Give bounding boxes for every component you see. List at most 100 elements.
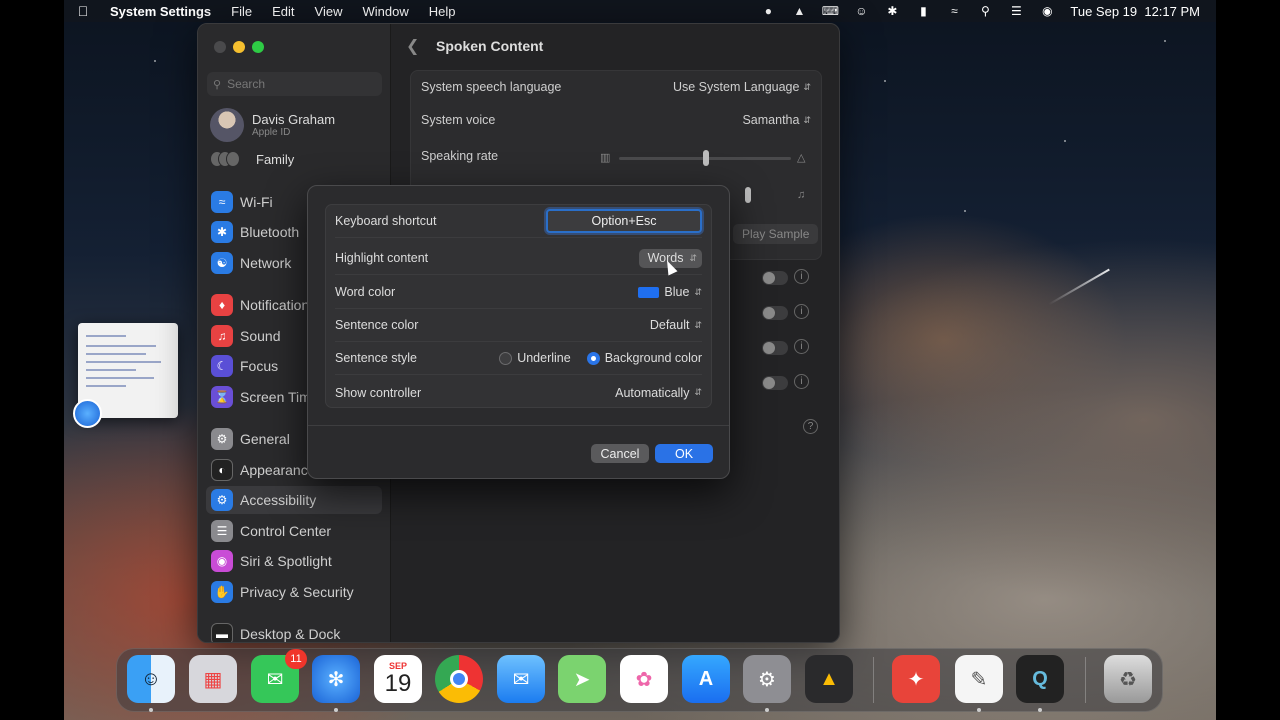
search-placeholder: Search bbox=[227, 77, 266, 91]
radio-underline[interactable] bbox=[499, 351, 513, 365]
apple-id-profile[interactable]: Davis Graham Apple ID bbox=[210, 108, 335, 142]
rabbit-icon: △ bbox=[797, 152, 806, 164]
row-label: Speaking rate bbox=[421, 149, 499, 163]
app-store-icon[interactable]: A bbox=[682, 655, 730, 703]
sentence-color-popup[interactable]: Default ⇵ bbox=[650, 318, 702, 332]
siri-icon: ◉ bbox=[211, 550, 233, 572]
back-chevron-icon[interactable]: ❮ bbox=[406, 36, 419, 56]
menu-app-name[interactable]: System Settings bbox=[102, 4, 221, 19]
search-icon[interactable]: ⚲ bbox=[977, 4, 993, 18]
sidebar-item-control-center[interactable]: ☰ Control Center bbox=[206, 517, 382, 545]
highlight-content-row: Highlight content Words ⇵ bbox=[335, 242, 702, 275]
row-label: Word color bbox=[335, 285, 396, 299]
search-field[interactable]: ⚲ Search bbox=[207, 72, 382, 96]
info-icon[interactable]: i bbox=[794, 304, 809, 319]
apple-menu-icon[interactable]:  bbox=[64, 3, 102, 19]
menubar-clock[interactable]: Tue Sep 19 12:17 PM bbox=[1070, 4, 1200, 19]
option-toggle[interactable] bbox=[762, 341, 788, 355]
system-voice-popup[interactable]: Samantha ⇵ bbox=[742, 113, 811, 127]
photos-icon[interactable]: ✿ bbox=[620, 655, 668, 703]
sidebar-item-label: Bluetooth bbox=[240, 224, 300, 240]
cancel-button[interactable]: Cancel bbox=[591, 444, 649, 463]
row-label: Keyboard shortcut bbox=[335, 214, 437, 228]
avatar bbox=[210, 108, 244, 142]
family-item[interactable]: Family bbox=[210, 151, 294, 167]
word-color-popup[interactable]: Blue ⇵ bbox=[638, 285, 702, 299]
show-controller-row: Show controller Automatically ⇵ bbox=[335, 376, 702, 409]
running-indicator bbox=[1038, 708, 1042, 712]
bluetooth-icon[interactable]: ✱ bbox=[884, 4, 900, 18]
record-icon[interactable]: ● bbox=[760, 4, 776, 18]
maps-icon[interactable]: ➤ bbox=[558, 655, 606, 703]
play-sample-button[interactable]: Play Sample bbox=[733, 224, 819, 244]
finder-icon[interactable]: ☺ bbox=[127, 655, 175, 703]
battery-icon[interactable]: ▮ bbox=[915, 4, 931, 18]
siri-icon[interactable]: ◉ bbox=[1039, 4, 1055, 18]
trash-icon[interactable]: ♻ bbox=[1104, 655, 1152, 703]
ok-button[interactable]: OK bbox=[655, 444, 713, 463]
running-indicator bbox=[149, 708, 153, 712]
system-settings-icon[interactable]: ⚙ bbox=[743, 655, 791, 703]
volume-knob[interactable] bbox=[745, 187, 751, 203]
sentence-style-background-option[interactable]: Background color bbox=[586, 351, 702, 365]
sidebar-item-label: Siri & Spotlight bbox=[240, 553, 332, 569]
help-button[interactable]: ? bbox=[803, 419, 818, 434]
radio-background-color[interactable] bbox=[586, 351, 600, 365]
minimize-button[interactable] bbox=[233, 41, 245, 53]
sidebar-item-desktop-dock[interactable]: ▬ Desktop & Dock bbox=[206, 620, 382, 642]
wifi-icon: ≈ bbox=[211, 191, 233, 213]
speaker-loud-icon: ♫ bbox=[797, 189, 806, 201]
wifi-icon[interactable]: ≈ bbox=[946, 4, 962, 18]
bluetooth-icon: ✱ bbox=[211, 221, 233, 243]
menu-help[interactable]: Help bbox=[419, 4, 466, 19]
spoken-content-options-sheet: Keyboard shortcut Option+Esc Highlight c… bbox=[307, 185, 730, 479]
comet bbox=[1048, 268, 1110, 306]
option-toggle[interactable] bbox=[762, 376, 788, 390]
keyboard-shortcut-field[interactable]: Option+Esc bbox=[546, 209, 702, 233]
show-controller-popup[interactable]: Automatically ⇵ bbox=[615, 386, 702, 400]
chrome-icon[interactable] bbox=[435, 655, 483, 703]
sidebar-item-siri-spotlight[interactable]: ◉ Siri & Spotlight bbox=[206, 547, 382, 575]
safari-icon[interactable]: ✻ bbox=[312, 655, 360, 703]
sentence-style-row: Sentence style Underline Background colo… bbox=[335, 342, 702, 375]
keyboard-icon[interactable]: ⌨ bbox=[822, 4, 839, 18]
system-voice-row: System voice Samantha ⇵ bbox=[421, 113, 811, 127]
info-icon[interactable]: i bbox=[794, 374, 809, 389]
popup-value: Use System Language bbox=[672, 80, 800, 94]
info-icon[interactable]: i bbox=[794, 339, 809, 354]
control-center-icon[interactable]: ☰ bbox=[1008, 4, 1024, 18]
menu-view[interactable]: View bbox=[305, 4, 353, 19]
zoom-button[interactable] bbox=[252, 41, 264, 53]
family-avatar-icon bbox=[226, 151, 240, 167]
running-indicator bbox=[977, 708, 981, 712]
calendar-day: 19 bbox=[384, 670, 412, 697]
user-icon[interactable]: ☺ bbox=[853, 4, 869, 18]
info-icon[interactable]: i bbox=[794, 269, 809, 284]
close-button[interactable] bbox=[214, 41, 226, 53]
sidebar-item-label: Wi-Fi bbox=[240, 194, 273, 210]
system-speech-language-popup[interactable]: Use System Language ⇵ bbox=[673, 80, 811, 94]
row-label: Show controller bbox=[335, 385, 422, 400]
google-drive-icon[interactable]: ▲ bbox=[805, 655, 853, 703]
sidebar-item-privacy-security[interactable]: ✋ Privacy & Security bbox=[206, 578, 382, 606]
sentence-style-underline-option[interactable]: Underline bbox=[499, 351, 571, 365]
speaking-rate-knob[interactable] bbox=[703, 150, 709, 166]
menu-edit[interactable]: Edit bbox=[262, 4, 304, 19]
menu-window[interactable]: Window bbox=[352, 4, 418, 19]
menu-file[interactable]: File bbox=[221, 4, 262, 19]
sentence-color-row: Sentence color Default ⇵ bbox=[335, 309, 702, 342]
updown-chevron-icon: ⇵ bbox=[694, 286, 702, 297]
option-toggle[interactable] bbox=[762, 306, 788, 320]
calendar-icon[interactable]: SEP 19 bbox=[374, 655, 422, 703]
textedit-icon[interactable]: ✎ bbox=[955, 655, 1003, 703]
turtle-icon: ▥ bbox=[600, 152, 611, 164]
sidebar-item-accessibility[interactable]: ⚙ Accessibility bbox=[206, 486, 382, 514]
messages-icon[interactable]: ✉ 11 bbox=[251, 649, 307, 703]
mail-icon[interactable]: ✉ bbox=[497, 655, 545, 703]
launchpad-icon[interactable]: ▦ bbox=[189, 655, 237, 703]
screenflow-icon[interactable]: ✦ bbox=[892, 655, 940, 703]
quicktime-icon[interactable]: Q bbox=[1016, 655, 1064, 703]
row-label: Sentence style bbox=[335, 351, 417, 365]
option-toggle[interactable] bbox=[762, 271, 788, 285]
drive-icon[interactable]: ▲ bbox=[791, 4, 807, 18]
